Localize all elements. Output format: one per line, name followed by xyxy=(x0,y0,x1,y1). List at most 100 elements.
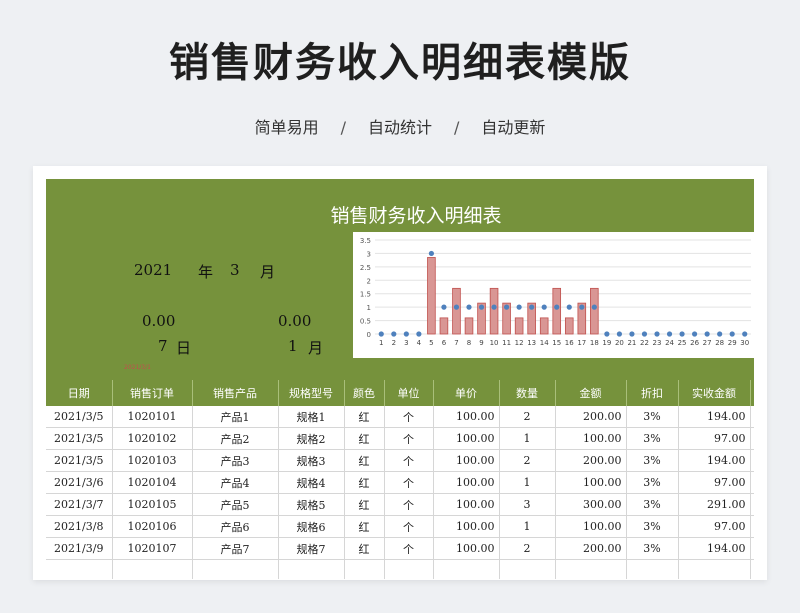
cell-product[interactable]: 产品5 xyxy=(192,493,279,516)
cell-received[interactable]: 97.00 xyxy=(678,471,751,494)
cell-received[interactable]: 97.00 xyxy=(678,515,751,538)
cell-unit-price[interactable]: 100.00 xyxy=(433,406,500,428)
cell-color[interactable] xyxy=(344,559,385,579)
cell-spec[interactable]: 规格7 xyxy=(278,537,345,560)
cell-quantity[interactable]: 2 xyxy=(499,537,556,560)
cell-spec[interactable]: 规格6 xyxy=(278,515,345,538)
cell-amount[interactable]: 200.00 xyxy=(555,537,627,560)
cell-order[interactable]: 1020103 xyxy=(112,449,193,472)
cell-order[interactable]: 1020104 xyxy=(112,471,193,494)
cell-order[interactable]: 1020107 xyxy=(112,537,193,560)
cell-unit-price[interactable]: 100.00 xyxy=(433,493,500,516)
cell-amount[interactable]: 100.00 xyxy=(555,427,627,450)
cell-extra[interactable] xyxy=(750,449,754,472)
cell-product[interactable] xyxy=(192,559,279,579)
cell-received[interactable]: 97.00 xyxy=(678,427,751,450)
cell-color[interactable]: 红 xyxy=(344,449,385,472)
cell-discount[interactable]: 3% xyxy=(626,537,679,560)
cell-spec[interactable]: 规格2 xyxy=(278,427,345,450)
month-value[interactable]: 3 xyxy=(230,261,240,279)
cell-extra[interactable] xyxy=(750,515,754,538)
tag-separator: / xyxy=(454,118,460,137)
cell-product[interactable]: 产品3 xyxy=(192,449,279,472)
cell-unit[interactable]: 个 xyxy=(384,406,434,428)
cell-received[interactable] xyxy=(678,559,751,579)
year-value[interactable]: 2021 xyxy=(134,261,172,279)
cell-amount[interactable] xyxy=(555,559,627,579)
cell-date[interactable]: 2021/3/5 xyxy=(46,449,113,472)
cell-date[interactable]: 2021/3/8 xyxy=(46,515,113,538)
cell-date[interactable]: 2021/3/6 xyxy=(46,471,113,494)
cell-discount[interactable]: 3% xyxy=(626,406,679,428)
cell-unit[interactable] xyxy=(384,559,434,579)
cell-quantity[interactable]: 1 xyxy=(499,427,556,450)
cell-date[interactable]: 2021/3/9 xyxy=(46,537,113,560)
cell-amount[interactable]: 100.00 xyxy=(555,515,627,538)
cell-discount[interactable]: 3% xyxy=(626,449,679,472)
cell-unit-price[interactable]: 100.00 xyxy=(433,427,500,450)
cell-unit-price[interactable]: 100.00 xyxy=(433,515,500,538)
cell-spec[interactable]: 规格1 xyxy=(278,406,345,428)
cell-spec[interactable]: 规格3 xyxy=(278,449,345,472)
cell-color[interactable]: 红 xyxy=(344,427,385,450)
cell-received[interactable]: 194.00 xyxy=(678,537,751,560)
cell-extra[interactable] xyxy=(750,427,754,450)
cell-unit[interactable]: 个 xyxy=(384,537,434,560)
cell-unit[interactable]: 个 xyxy=(384,427,434,450)
cell-extra[interactable] xyxy=(750,493,754,516)
cell-date[interactable] xyxy=(46,559,113,579)
cell-unit[interactable]: 个 xyxy=(384,515,434,538)
cell-order[interactable]: 1020105 xyxy=(112,493,193,516)
cell-color[interactable]: 红 xyxy=(344,515,385,538)
cell-unit[interactable]: 个 xyxy=(384,493,434,516)
cell-amount[interactable]: 200.00 xyxy=(555,406,627,428)
cell-order[interactable] xyxy=(112,559,193,579)
cell-discount[interactable]: 3% xyxy=(626,493,679,516)
cell-quantity[interactable]: 3 xyxy=(499,493,556,516)
cell-amount[interactable]: 300.00 xyxy=(555,493,627,516)
cell-discount[interactable]: 3% xyxy=(626,515,679,538)
cell-quantity[interactable]: 2 xyxy=(499,449,556,472)
cell-product[interactable]: 产品6 xyxy=(192,515,279,538)
cell-date[interactable]: 2021/3/7 xyxy=(46,493,113,516)
cell-date[interactable]: 2021/3/5 xyxy=(46,427,113,450)
cell-unit-price[interactable]: 100.00 xyxy=(433,449,500,472)
cell-unit-price[interactable]: 100.00 xyxy=(433,537,500,560)
cell-received[interactable]: 194.00 xyxy=(678,449,751,472)
cell-order[interactable]: 1020106 xyxy=(112,515,193,538)
header-unit: 单位 xyxy=(384,380,434,406)
cell-extra[interactable] xyxy=(750,559,754,579)
cell-discount[interactable] xyxy=(626,559,679,579)
cell-quantity[interactable]: 1 xyxy=(499,471,556,494)
cell-product[interactable]: 产品2 xyxy=(192,427,279,450)
cell-color[interactable]: 红 xyxy=(344,493,385,516)
cell-unit-price[interactable] xyxy=(433,559,500,579)
cell-unit[interactable]: 个 xyxy=(384,471,434,494)
cell-color[interactable]: 红 xyxy=(344,537,385,560)
cell-quantity[interactable]: 2 xyxy=(499,406,556,428)
cell-product[interactable]: 产品1 xyxy=(192,406,279,428)
cell-product[interactable]: 产品4 xyxy=(192,471,279,494)
cell-date[interactable]: 2021/3/5 xyxy=(46,406,113,428)
cell-spec[interactable] xyxy=(278,559,345,579)
cell-quantity[interactable]: 1 xyxy=(499,515,556,538)
cell-color[interactable]: 红 xyxy=(344,406,385,428)
cell-amount[interactable]: 100.00 xyxy=(555,471,627,494)
cell-discount[interactable]: 3% xyxy=(626,471,679,494)
cell-amount[interactable]: 200.00 xyxy=(555,449,627,472)
cell-unit-price[interactable]: 100.00 xyxy=(433,471,500,494)
cell-extra[interactable] xyxy=(750,406,754,428)
cell-quantity[interactable] xyxy=(499,559,556,579)
cell-product[interactable]: 产品7 xyxy=(192,537,279,560)
cell-order[interactable]: 1020101 xyxy=(112,406,193,428)
cell-spec[interactable]: 规格4 xyxy=(278,471,345,494)
cell-received[interactable]: 194.00 xyxy=(678,406,751,428)
cell-received[interactable]: 291.00 xyxy=(678,493,751,516)
cell-color[interactable]: 红 xyxy=(344,471,385,494)
cell-unit[interactable]: 个 xyxy=(384,449,434,472)
cell-spec[interactable]: 规格5 xyxy=(278,493,345,516)
cell-order[interactable]: 1020102 xyxy=(112,427,193,450)
cell-extra[interactable] xyxy=(750,537,754,560)
cell-extra[interactable] xyxy=(750,471,754,494)
cell-discount[interactable]: 3% xyxy=(626,427,679,450)
